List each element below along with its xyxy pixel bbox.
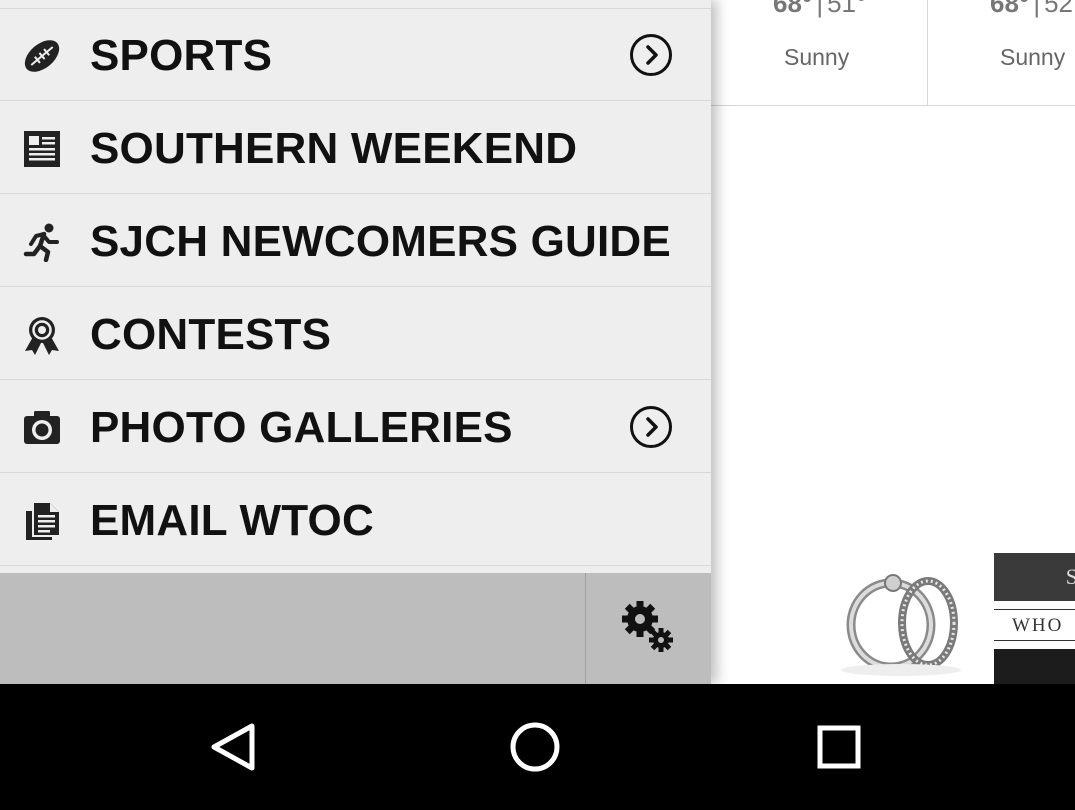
menu-item-photo-galleries[interactable]: PHOTO GALLERIES [0, 381, 711, 473]
drawer-footer [0, 573, 711, 684]
menu-item-label: EMAIL WTOC [90, 496, 374, 545]
menu-item-label: SOUTHERN WEEKEND [90, 124, 578, 173]
menu-item-email-wtoc[interactable]: EMAIL WTOC [0, 474, 711, 566]
menu-item-southern-weekend[interactable]: SOUTHERN WEEKEND [0, 102, 711, 194]
camera-icon [24, 411, 60, 444]
ring-image [841, 574, 961, 676]
menu-item-label: CONTESTS [90, 310, 332, 359]
documents-icon [26, 503, 59, 540]
android-navigation-bar [0, 684, 1075, 810]
football-icon [24, 40, 60, 72]
home-circle-icon[interactable] [500, 716, 570, 778]
settings-button[interactable] [586, 573, 711, 684]
temp-separator: | [1033, 0, 1041, 18]
weather-condition: Sunny [1000, 44, 1066, 70]
navigation-drawer: SPORTS SOUTHERN WEEKEND SJCH NEWCOMERS G… [0, 0, 711, 684]
high-temp: 68° [990, 0, 1030, 18]
chevron-right-circle-icon[interactable] [629, 405, 673, 449]
ad-mid-text: WHO [994, 609, 1075, 641]
temp-separator: | [816, 0, 824, 18]
weather-day-2[interactable]: 68°|52° Sunny [928, 0, 1075, 105]
weather-condition: Sunny [784, 44, 850, 70]
ad-bottom-bar [994, 649, 1075, 684]
recents-square-icon[interactable] [804, 716, 874, 778]
advertisement-banner[interactable]: S WHO [831, 545, 1075, 684]
low-temp: 51° [827, 0, 867, 18]
menu-item-label: PHOTO GALLERIES [90, 403, 513, 452]
weather-temps: 68° | 51° [773, 0, 866, 19]
weather-temps: 68°|52° [990, 0, 1075, 19]
menu-item-sjch-newcomers-guide[interactable]: SJCH NEWCOMERS GUIDE [0, 195, 711, 287]
low-temp: 52° [1044, 0, 1075, 18]
back-triangle-icon[interactable] [200, 716, 270, 778]
gears-icon [622, 601, 673, 652]
menu-item-sports[interactable]: SPORTS [0, 9, 711, 101]
main-content: 68°|51° Sunny 68°|52° Sunny S WHO [711, 0, 1075, 684]
app-screen: 68°|51° Sunny 68°|52° Sunny S WHO [0, 0, 1075, 684]
menu-item-label: SJCH NEWCOMERS GUIDE [90, 217, 671, 266]
ad-text-panel: S WHO [994, 553, 1075, 684]
newspaper-icon [24, 131, 60, 167]
runner-icon [23, 223, 59, 262]
ad-top-text: S [994, 553, 1075, 601]
weather-forecast-row: 68°|51° Sunny 68°|52° Sunny [711, 0, 1075, 106]
chevron-right-circle-icon[interactable] [629, 33, 673, 77]
award-ribbon-icon [25, 317, 59, 355]
high-temp: 68° [773, 0, 813, 18]
menu-item-label: SPORTS [90, 31, 273, 80]
menu-item-contests[interactable]: CONTESTS [0, 288, 711, 380]
weather-day-1[interactable]: 68° | 51° Sunny [711, 0, 928, 105]
